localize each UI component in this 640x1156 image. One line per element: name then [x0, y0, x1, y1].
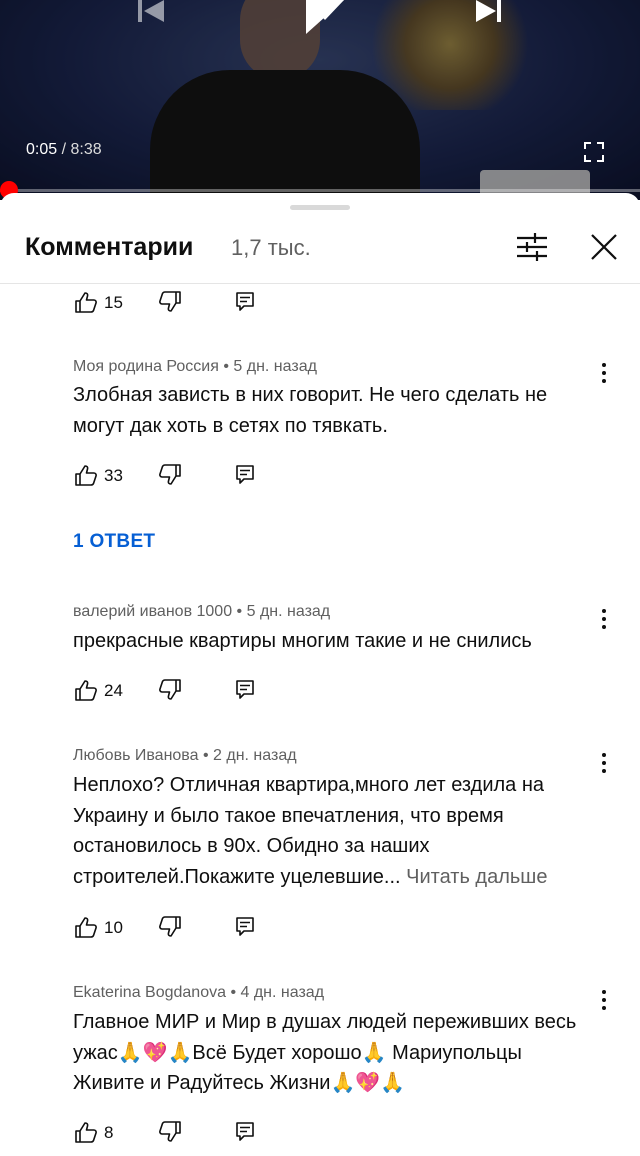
comments-title: Комментарии [25, 233, 194, 261]
comment-author-line: Любовь Иванова • 2 дн. назад [73, 747, 297, 764]
comment-age: 5 дн. назад [246, 603, 331, 620]
comments-panel: Комментарии 1,7 тыс. 15 Моя родина Росси… [0, 193, 640, 1156]
comment-author[interactable]: Моя родина Россия [73, 358, 219, 375]
like-count: 15 [104, 293, 123, 312]
like-count: 24 [104, 681, 123, 700]
reply-icon[interactable] [235, 916, 255, 938]
dislike-icon[interactable] [159, 1121, 181, 1143]
comment-age: 2 дн. назад [213, 747, 297, 764]
comment-actions: 33 [75, 464, 275, 488]
comment-author[interactable]: Ekaterina Bogdanova [73, 984, 226, 1001]
more-options-icon[interactable] [600, 989, 608, 1011]
video-player[interactable]: 0:05 / 8:38 [0, 0, 640, 200]
reply-icon[interactable] [235, 1121, 255, 1143]
close-icon[interactable] [590, 233, 618, 261]
read-more-link[interactable]: Читать дальше [406, 866, 547, 888]
skip-next-icon[interactable] [474, 0, 504, 24]
comment-text: Главное МИР и Мир в душах людей переживш… [73, 1011, 577, 1094]
like-icon[interactable] [75, 916, 97, 938]
comment-author-line: Ekaterina Bogdanova • 4 дн. назад [73, 984, 325, 1001]
comment-actions: 8 [75, 1121, 275, 1145]
comment-author-line: валерий иванов 1000 • 5 дн. назад [73, 603, 331, 620]
comment-author[interactable]: Любовь Иванова [73, 747, 199, 764]
play-icon[interactable] [300, 0, 350, 36]
comment-actions: 10 [75, 916, 275, 940]
comment-text: прекрасные квартиры многим такие и не сн… [73, 630, 532, 652]
comment-text: Злобная зависть в них говорит. Не чего с… [73, 384, 548, 437]
fullscreen-icon[interactable] [584, 142, 604, 162]
comment-actions: 24 [75, 679, 275, 703]
comment-actions: 15 [75, 291, 275, 315]
like-icon[interactable] [75, 291, 97, 313]
dislike-icon[interactable] [159, 916, 181, 938]
like-count: 33 [104, 466, 123, 485]
drag-handle[interactable] [290, 205, 350, 210]
skip-previous-icon[interactable] [136, 0, 166, 24]
video-time: 0:05 / 8:38 [26, 141, 102, 159]
dislike-icon[interactable] [159, 679, 181, 701]
dislike-icon[interactable] [159, 291, 181, 313]
comments-count: 1,7 тыс. [231, 235, 311, 260]
more-options-icon[interactable] [600, 752, 608, 774]
like-icon[interactable] [75, 679, 97, 701]
comment-age: 4 дн. назад [240, 984, 325, 1001]
like-icon[interactable] [75, 464, 97, 486]
dislike-icon[interactable] [159, 464, 181, 486]
current-time: 0:05 [26, 141, 58, 158]
like-count: 10 [104, 918, 123, 937]
progress-bar[interactable] [0, 189, 640, 192]
video-duration: 8:38 [70, 141, 102, 158]
like-count: 8 [104, 1123, 114, 1142]
comment-age: 5 дн. назад [233, 358, 317, 375]
view-replies-link[interactable]: 1 ОТВЕТ [73, 531, 155, 553]
reply-icon[interactable] [235, 464, 255, 486]
like-icon[interactable] [75, 1121, 97, 1143]
filter-icon[interactable] [516, 233, 548, 261]
comment-author[interactable]: валерий иванов 1000 [73, 603, 232, 620]
comment-author-line: Моя родина Россия • 5 дн. назад [73, 358, 317, 375]
reply-icon[interactable] [235, 679, 255, 701]
reply-icon[interactable] [235, 291, 255, 313]
comment-text: Неплохо? Отличная квартира,много лет езд… [73, 770, 598, 892]
more-options-icon[interactable] [600, 362, 608, 384]
header-divider [0, 283, 640, 284]
time-separator: / [57, 141, 71, 158]
more-options-icon[interactable] [600, 608, 608, 630]
